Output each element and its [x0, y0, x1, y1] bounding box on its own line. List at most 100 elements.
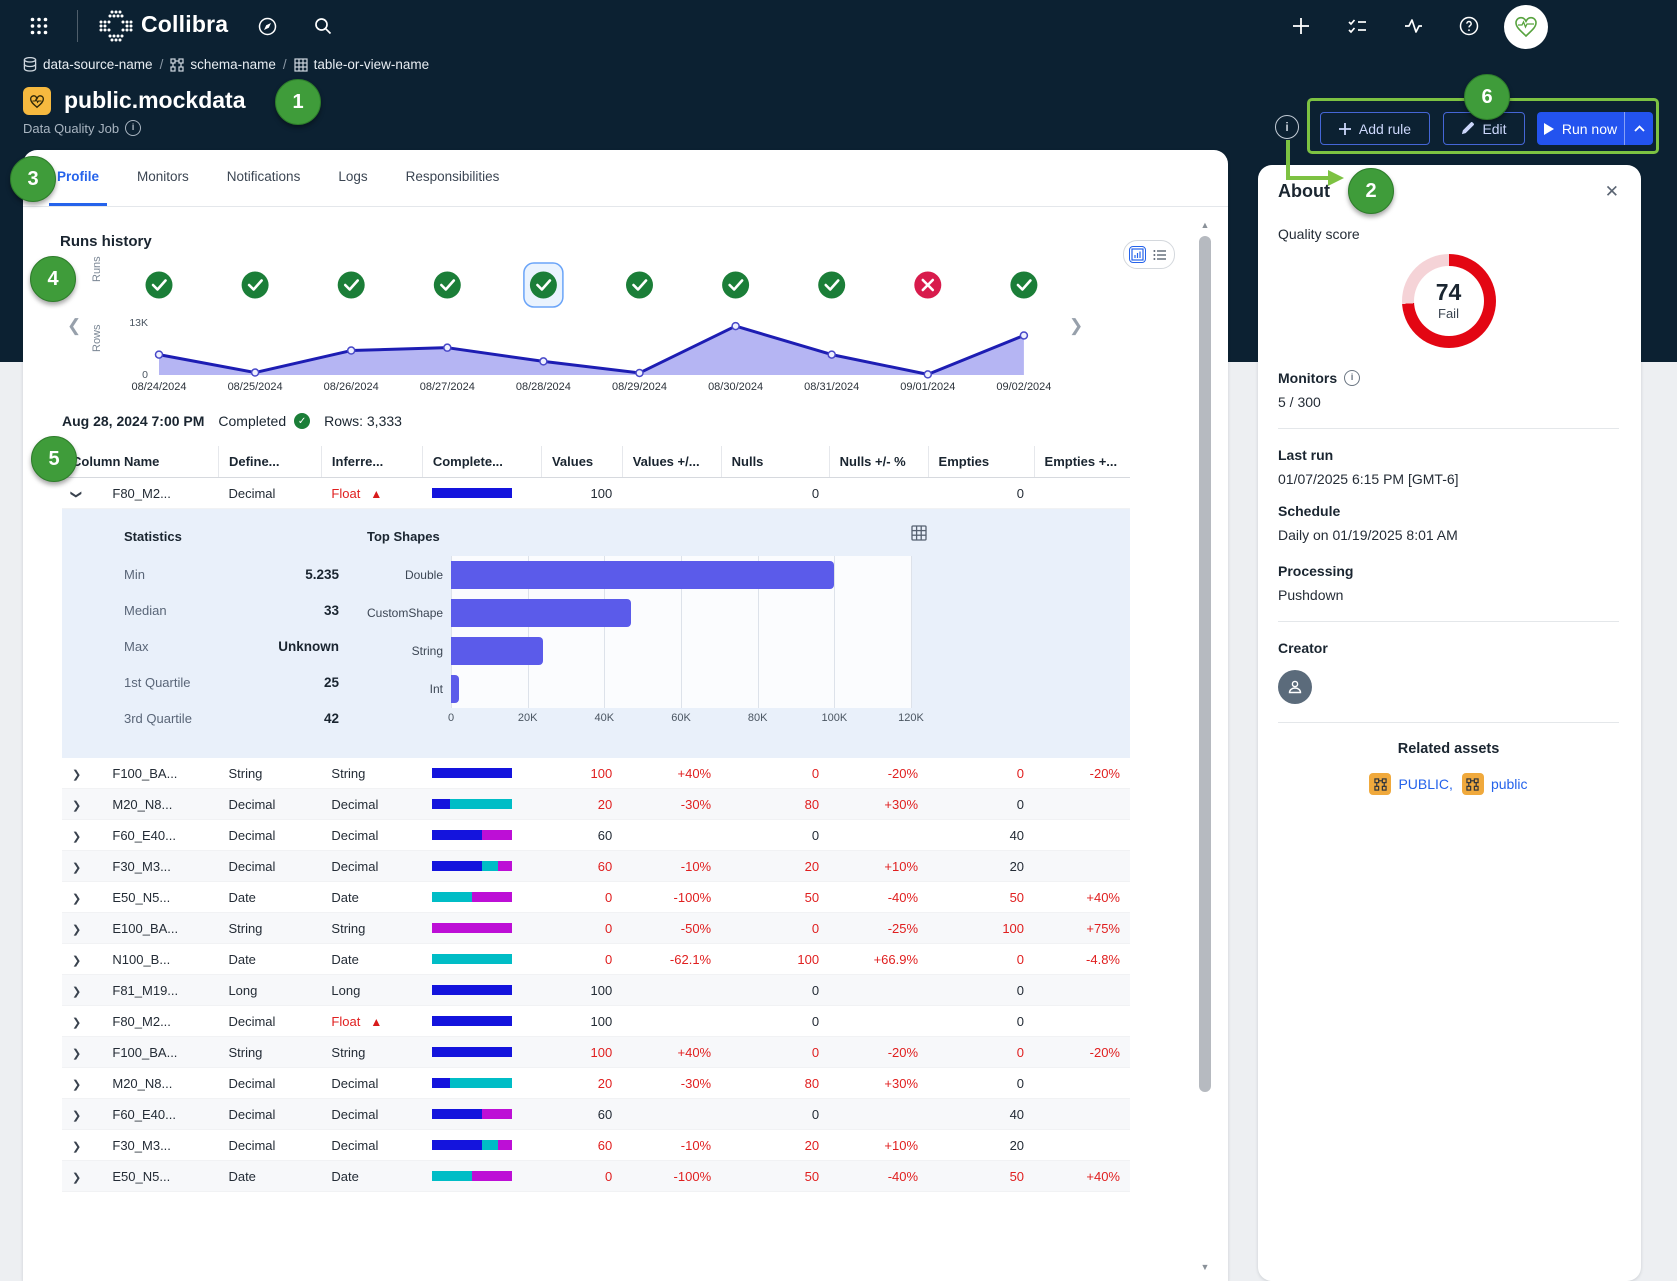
data-point[interactable]	[444, 344, 451, 351]
expand-row-icon[interactable]: ❯	[72, 799, 81, 812]
column-header[interactable]: Empties +...	[1034, 446, 1130, 478]
collibra-logo-icon[interactable]	[98, 9, 134, 48]
scrollbar-up-icon[interactable]: ▲	[1198, 220, 1212, 230]
column-header[interactable]: Inferre...	[321, 446, 422, 478]
table-row[interactable]: ❯F100_BA...StringString100+40%0-20%0-20%	[62, 758, 1130, 789]
expand-row-icon[interactable]: ❯	[72, 1140, 81, 1153]
data-point[interactable]	[252, 369, 259, 376]
expand-row-icon[interactable]: ❯	[72, 954, 81, 967]
table-row[interactable]: ❯M20_N8...DecimalDecimal20-30%80+30%0	[62, 789, 1130, 820]
collapse-row-icon[interactable]: ❯	[70, 489, 83, 498]
info-icon[interactable]: i	[125, 120, 141, 136]
table-row[interactable]: ❯E100_BA...StringString0-50%0-25%100+75%	[62, 913, 1130, 944]
breadcrumb-item-datasource[interactable]: data-source-name	[23, 57, 153, 72]
related-asset-link[interactable]: PUBLIC,	[1369, 773, 1452, 795]
expand-row-icon[interactable]: ❯	[72, 830, 81, 843]
search-icon[interactable]	[314, 17, 332, 40]
column-header[interactable]: Empties	[928, 446, 1034, 478]
tab-notifications[interactable]: Notifications	[219, 150, 309, 206]
table-row[interactable]: ❯F60_E40...DecimalDecimal60040	[62, 820, 1130, 851]
column-header[interactable]: Values	[541, 446, 622, 478]
data-point[interactable]	[924, 371, 931, 378]
column-header[interactable]: Define...	[218, 446, 321, 478]
run-date-label: 08/30/2024	[708, 381, 763, 393]
expand-row-icon[interactable]: ❯	[72, 985, 81, 998]
run-pass-icon[interactable]	[338, 272, 365, 299]
compass-icon[interactable]	[258, 17, 277, 41]
add-icon[interactable]	[1292, 17, 1310, 40]
table-view-icon[interactable]	[911, 525, 927, 544]
data-point[interactable]	[732, 323, 739, 330]
run-now-button[interactable]: Run now	[1537, 112, 1624, 145]
column-name: F60_E40...	[102, 820, 218, 851]
add-rule-button[interactable]: Add rule	[1320, 112, 1430, 145]
table-row[interactable]: ❯F30_M3...DecimalDecimal60-10%20+10%20	[62, 1130, 1130, 1161]
expand-row-icon[interactable]: ❯	[72, 1171, 81, 1184]
table-row[interactable]: ❯E50_N5...DateDate0-100%50-40%50+40%	[62, 882, 1130, 913]
run-pass-icon[interactable]	[626, 272, 653, 299]
table-row[interactable]: ❯F80_M2...DecimalFloat▲10000	[62, 478, 1130, 509]
run-date-label: 09/02/2024	[996, 381, 1051, 393]
expand-row-icon[interactable]: ❯	[72, 861, 81, 874]
data-point[interactable]	[540, 358, 547, 365]
creator-avatar[interactable]	[1278, 670, 1312, 704]
run-pass-icon[interactable]	[146, 272, 173, 299]
chart-next-button[interactable]: ❯	[1069, 316, 1083, 336]
column-header[interactable]: Nulls +/- %	[829, 446, 928, 478]
expand-row-icon[interactable]: ❯	[72, 1016, 81, 1029]
list-view-button[interactable]	[1151, 247, 1169, 263]
expand-row-icon[interactable]: ❯	[72, 768, 81, 781]
related-asset-link[interactable]: public	[1462, 773, 1528, 795]
apps-grid-icon[interactable]	[30, 17, 48, 40]
column-header[interactable]: Values +/...	[622, 446, 721, 478]
table-row[interactable]: ❯F60_E40...DecimalDecimal60040	[62, 1099, 1130, 1130]
table-row[interactable]: ❯F81_M19...LongLong10000	[62, 975, 1130, 1006]
table-row[interactable]: ❯F100_BA...StringString100+40%0-20%0-20%	[62, 1037, 1130, 1068]
data-point[interactable]	[636, 369, 643, 376]
about-info-icon[interactable]: i	[1275, 115, 1299, 139]
run-pass-icon[interactable]	[1010, 272, 1037, 299]
breadcrumb-item-schema[interactable]: schema-name	[170, 57, 276, 72]
run-pass-icon[interactable]	[722, 272, 749, 299]
tab-profile[interactable]: Profile	[49, 150, 107, 206]
breadcrumb-item-table[interactable]: table-or-view-name	[294, 57, 430, 72]
data-point[interactable]	[348, 347, 355, 354]
data-point[interactable]	[1020, 332, 1027, 339]
data-point[interactable]	[156, 351, 163, 358]
table-row[interactable]: ❯N100_B...DateDate0-62.1%100+66.9%0-4.8%	[62, 944, 1130, 975]
table-row[interactable]: ❯M20_N8...DecimalDecimal20-30%80+30%0	[62, 1068, 1130, 1099]
column-header[interactable]: Column Name	[62, 446, 218, 478]
column-header[interactable]: Complete...	[422, 446, 541, 478]
table-row[interactable]: ❯F30_M3...DecimalDecimal60-10%20+10%20	[62, 851, 1130, 882]
user-avatar[interactable]	[1504, 5, 1548, 49]
run-pass-icon[interactable]	[818, 272, 845, 299]
tab-logs[interactable]: Logs	[330, 150, 375, 206]
expand-row-icon[interactable]: ❯	[72, 892, 81, 905]
info-icon[interactable]: i	[1344, 370, 1360, 386]
column-header[interactable]: Nulls	[721, 446, 829, 478]
tab-responsibilities[interactable]: Responsibilities	[398, 150, 508, 206]
chart-prev-button[interactable]: ❮	[67, 316, 81, 336]
expand-row-icon[interactable]: ❯	[72, 1109, 81, 1122]
tasks-checklist-icon[interactable]	[1348, 18, 1367, 39]
chevron-up-icon	[1634, 125, 1645, 132]
scrollbar-down-icon[interactable]: ▼	[1198, 1262, 1212, 1272]
close-icon[interactable]: ✕	[1605, 182, 1619, 202]
scrollbar-thumb[interactable]	[1199, 236, 1211, 1092]
empties-delta-cell	[1034, 851, 1130, 882]
activity-pulse-icon[interactable]	[1404, 18, 1423, 39]
expand-row-icon[interactable]: ❯	[72, 923, 81, 936]
run-pass-icon[interactable]	[242, 272, 269, 299]
table-row[interactable]: ❯E50_N5...DateDate0-100%50-40%50+40%	[62, 1161, 1130, 1192]
column-name: F81_M19...	[102, 975, 218, 1006]
data-point[interactable]	[828, 351, 835, 358]
help-icon[interactable]	[1459, 16, 1479, 41]
chart-view-button[interactable]	[1129, 246, 1146, 263]
expand-row-icon[interactable]: ❯	[72, 1078, 81, 1091]
expand-row-icon[interactable]: ❯	[72, 1047, 81, 1060]
tab-monitors[interactable]: Monitors	[129, 150, 197, 206]
run-pass-icon[interactable]	[530, 272, 557, 299]
table-row[interactable]: ❯F80_M2...DecimalFloat▲10000	[62, 1006, 1130, 1037]
run-pass-icon[interactable]	[434, 272, 461, 299]
run-now-menu-button[interactable]	[1624, 112, 1653, 145]
